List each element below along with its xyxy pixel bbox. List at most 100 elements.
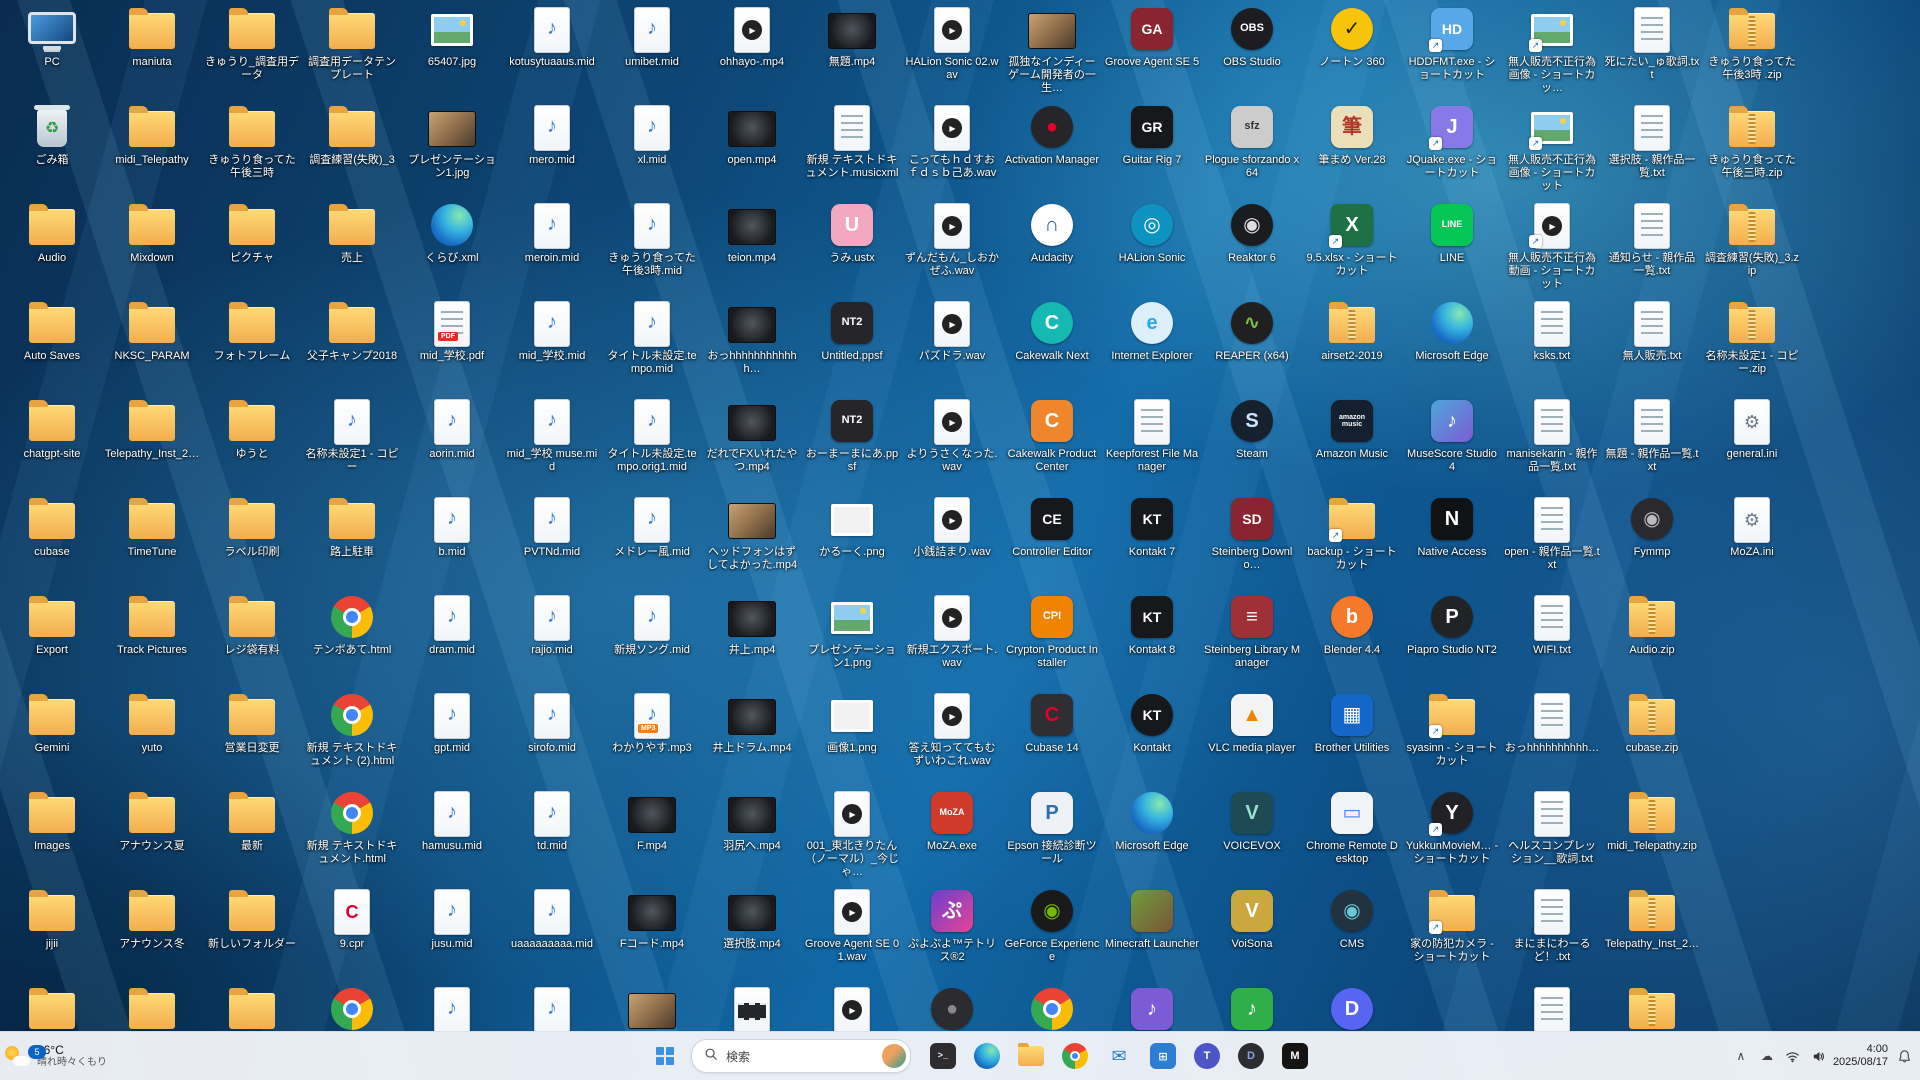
desktop-icon[interactable]: Fコード.mp4 <box>602 882 702 980</box>
desktop-icon[interactable]: きゅうり_調査用データ <box>202 0 302 98</box>
desktop-icon[interactable]: bBlender 4.4 <box>1302 588 1402 686</box>
desktop-icon[interactable]: ▦Brother Utilities <box>1302 686 1402 784</box>
desktop-icon[interactable]: Microsoft Edge <box>1402 294 1502 392</box>
desktop-icon[interactable]: Gemini <box>2 686 102 784</box>
desktop-icon[interactable]: ピクチャ <box>202 196 302 294</box>
desktop-icon[interactable]: jijii <box>2 882 102 980</box>
desktop-icon[interactable]: ヘルスコンプレッション__歌詞.txt <box>1502 784 1602 882</box>
desktop-icon[interactable]: ♪MuseScore Studio 4 <box>1402 392 1502 490</box>
wifi-icon[interactable] <box>1781 1036 1805 1076</box>
desktop-icon[interactable] <box>1502 980 1602 1032</box>
desktop-icon[interactable]: sfzPlogue sforzando x64 <box>1202 98 1302 196</box>
taskbar-app-microsoft-edge[interactable] <box>969 1036 1005 1076</box>
desktop-icon[interactable]: PDFmid_学校.pdf <box>402 294 502 392</box>
desktop-icon[interactable]: ▶001_東北きりたん（ノーマル）_今じゃ… <box>802 784 902 882</box>
desktop-icon[interactable]: 選択肢 - 親作品一覧.txt <box>1602 98 1702 196</box>
desktop-icon[interactable]: おっhhhhhhhhhhhh… <box>702 294 802 392</box>
desktop-icon[interactable]: teion.mp4 <box>702 196 802 294</box>
desktop-icon[interactable]: GRGuitar Rig 7 <box>1102 98 1202 196</box>
desktop-icon[interactable]: ⚙general.ini <box>1702 392 1802 490</box>
desktop-icon[interactable]: Audio <box>2 196 102 294</box>
desktop-icon[interactable]: Keepforest File Manager <box>1102 392 1202 490</box>
desktop-icon[interactable]: ♪hamusu.mid <box>402 784 502 882</box>
desktop-icon[interactable]: ▶小銭詰まり.wav <box>902 490 1002 588</box>
desktop-icon[interactable]: J↗JQuake.exe - ショートカット <box>1402 98 1502 196</box>
desktop-icon[interactable] <box>2 980 102 1032</box>
desktop-icon[interactable]: ≡Steinberg Library Manager <box>1202 588 1302 686</box>
desktop-icon[interactable]: テンポあて.html <box>302 588 402 686</box>
desktop-icon[interactable]: PC <box>2 0 102 98</box>
desktop-icon[interactable]: 選択肢.mp4 <box>702 882 802 980</box>
desktop-icon[interactable]: Telepathy_Inst_2… <box>1602 882 1702 980</box>
desktop-icon[interactable]: ↗無人販売不正行為画像 - ショートカット <box>1502 98 1602 196</box>
desktop-icon[interactable]: ♪dram.mid <box>402 588 502 686</box>
desktop-icon[interactable]: だれでFXいれたやつ.mp4 <box>702 392 802 490</box>
volume-icon[interactable] <box>1807 1036 1831 1076</box>
clock[interactable]: 4:00 2025/08/17 <box>1833 1043 1888 1069</box>
desktop-icon[interactable]: ♪ <box>402 980 502 1032</box>
desktop-icon[interactable]: ぷぷよぷよ™テトリス®2 <box>902 882 1002 980</box>
desktop-icon[interactable]: ♪mero.mid <box>502 98 602 196</box>
desktop-icon[interactable]: Track Pictures <box>102 588 202 686</box>
desktop-icon[interactable]: Export <box>2 588 102 686</box>
desktop-icon[interactable]: ▲VLC media player <box>1202 686 1302 784</box>
desktop-icon[interactable]: くらび.xml <box>402 196 502 294</box>
desktop-icon[interactable]: chatgpt-site <box>2 392 102 490</box>
desktop-icon[interactable]: フォトフレーム <box>202 294 302 392</box>
desktop-icon[interactable]: 無人販売.txt <box>1602 294 1702 392</box>
desktop-icon[interactable]: 路上駐車 <box>302 490 402 588</box>
desktop-icon[interactable]: D <box>1302 980 1402 1032</box>
desktop-icon[interactable]: KTKontakt 8 <box>1102 588 1202 686</box>
desktop-icon[interactable]: ◉Fymmp <box>1602 490 1702 588</box>
desktop-icon[interactable]: ♪MP3わかりやす.mp3 <box>602 686 702 784</box>
desktop-icon[interactable]: 調査練習(失敗)_3 <box>302 98 402 196</box>
desktop-icon[interactable]: 井上ドラム.mp4 <box>702 686 802 784</box>
desktop-icon[interactable]: ▶HALion Sonic 02.wav <box>902 0 1002 98</box>
desktop-icon[interactable]: maniuta <box>102 0 202 98</box>
desktop-icon[interactable]: ゆうと <box>202 392 302 490</box>
desktop-icon[interactable]: 売上 <box>302 196 402 294</box>
desktop-icon[interactable]: ヘッドフォンはずしてよかった.mp4 <box>702 490 802 588</box>
desktop-icon[interactable]: レジ袋有料 <box>202 588 302 686</box>
desktop-icon[interactable]: 父子キャンプ2018 <box>302 294 402 392</box>
desktop-icon[interactable]: ⚙MoZA.ini <box>1702 490 1802 588</box>
desktop-icon[interactable]: ▶答え知っててもむずいわこれ.wav <box>902 686 1002 784</box>
desktop-icon[interactable]: airset2-2019 <box>1302 294 1402 392</box>
desktop-icon[interactable]: NT2おーまーまにあ.ppsf <box>802 392 902 490</box>
desktop-icon[interactable]: TimeTune <box>102 490 202 588</box>
search-box[interactable]: 検索 <box>691 1039 911 1073</box>
desktop-icon[interactable]: ◉GeForce Experience <box>1002 882 1102 980</box>
desktop-icon[interactable]: NKSC_PARAM <box>102 294 202 392</box>
desktop-icon[interactable]: ◉Reaktor 6 <box>1202 196 1302 294</box>
desktop-icon[interactable]: 名称未設定1 - コピー.zip <box>1702 294 1802 392</box>
desktop-icon[interactable]: HD↗HDDFMT.exe - ショートカット <box>1402 0 1502 98</box>
desktop-icon[interactable]: 筆筆まめ Ver.28 <box>1302 98 1402 196</box>
desktop-icon[interactable]: 無題 - 親作品一覧.txt <box>1602 392 1702 490</box>
desktop-icon[interactable]: manisekarin - 親作品一覧.txt <box>1502 392 1602 490</box>
desktop-icon[interactable]: WIFI.txt <box>1502 588 1602 686</box>
desktop-icon[interactable]: ラベル印刷 <box>202 490 302 588</box>
hidden-icons-chevron-icon[interactable]: ∧ <box>1729 1036 1753 1076</box>
desktop-icon[interactable]: 営業日変更 <box>202 686 302 784</box>
desktop-icon[interactable]: 新しいフォルダー <box>202 882 302 980</box>
desktop-icon[interactable]: ♪td.mid <box>502 784 602 882</box>
desktop-icon[interactable]: ▶ずんだもん_しおかぜふ.wav <box>902 196 1002 294</box>
desktop-icon[interactable]: かるーく.png <box>802 490 902 588</box>
desktop-icon[interactable]: ♪名称未設定1 - コピー <box>302 392 402 490</box>
desktop-icon[interactable]: ↗無人販売不正行為画像 - ショートカッ… <box>1502 0 1602 98</box>
desktop-icon[interactable]: ksks.txt <box>1502 294 1602 392</box>
desktop-icon[interactable]: ♪kotusytuaaus.mid <box>502 0 602 98</box>
desktop-icon[interactable]: ▶ohhayo-.mp4 <box>702 0 802 98</box>
desktop-icon[interactable]: ↗syasinn - ショートカット <box>1402 686 1502 784</box>
desktop-icon[interactable]: Telepathy_Inst_2… <box>102 392 202 490</box>
desktop-icon[interactable]: ♪新規ソング.mid <box>602 588 702 686</box>
desktop-icon[interactable]: ♪rajio.mid <box>502 588 602 686</box>
desktop-icon[interactable]: ♪meroin.mid <box>502 196 602 294</box>
desktop-icon[interactable] <box>1602 980 1702 1032</box>
desktop-icon[interactable]: 65407.jpg <box>402 0 502 98</box>
desktop-icon[interactable] <box>302 980 402 1032</box>
desktop-icon[interactable]: ●Activation Manager <box>1002 98 1102 196</box>
desktop-icon[interactable]: VVOICEVOX <box>1202 784 1302 882</box>
desktop-icon[interactable]: ▭Chrome Remote Desktop <box>1302 784 1402 882</box>
desktop-icon[interactable]: ∿REAPER (x64) <box>1202 294 1302 392</box>
